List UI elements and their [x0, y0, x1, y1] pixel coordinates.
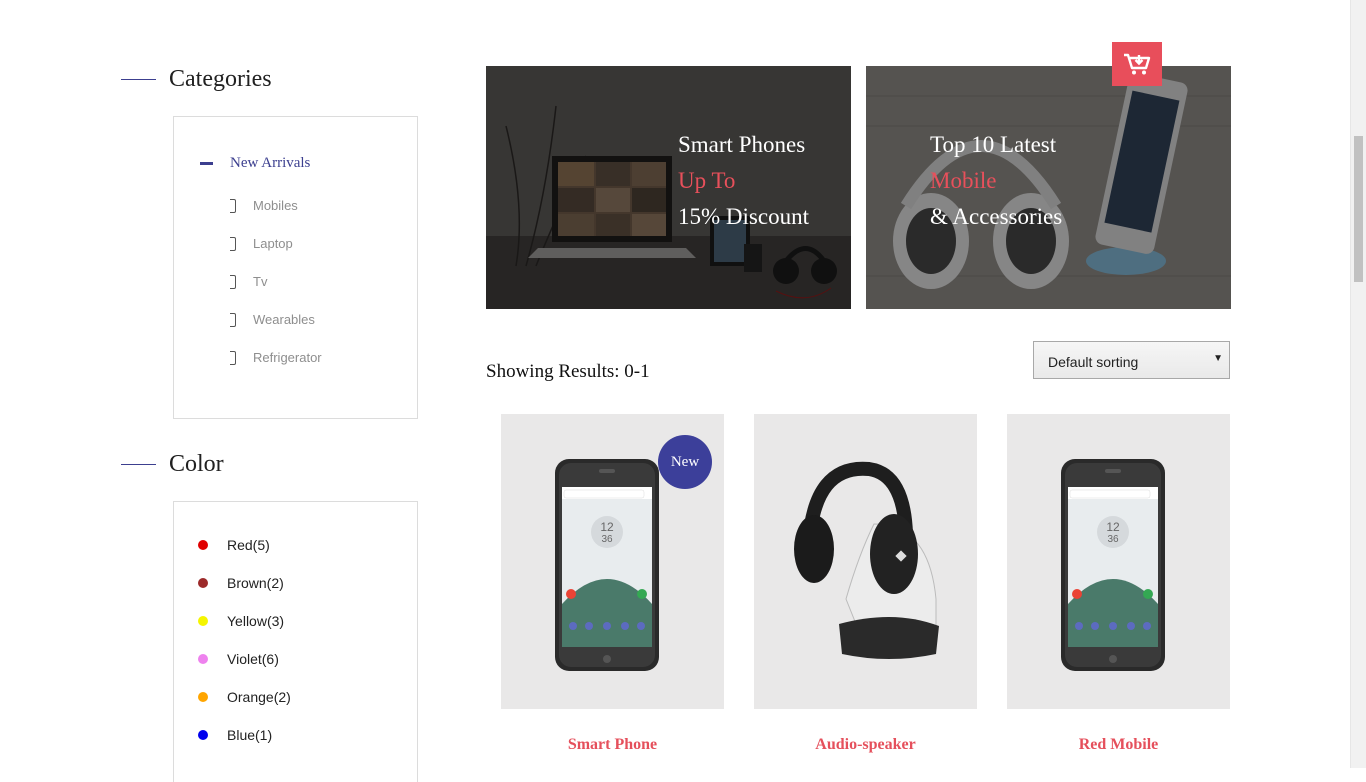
- banner-line-2: Up To: [678, 168, 736, 193]
- color-label[interactable]: Orange(2): [227, 689, 291, 705]
- color-label[interactable]: Yellow(3): [227, 613, 284, 629]
- color-filter-violet[interactable]: Violet(6): [198, 651, 279, 667]
- banner-top-10-latest[interactable]: Top 10 Latest Mobile & Accessories: [866, 66, 1231, 309]
- heading-rule: [121, 464, 156, 465]
- subcategory-wearables[interactable]: Wearables: [230, 312, 315, 327]
- subcategory-label[interactable]: Wearables: [253, 312, 315, 327]
- checkbox-icon[interactable]: [230, 236, 236, 251]
- product-image-audio-speaker[interactable]: [754, 414, 977, 709]
- checkbox-icon[interactable]: [230, 198, 236, 213]
- color-dot-icon[interactable]: [198, 730, 208, 740]
- color-label[interactable]: Brown(2): [227, 575, 284, 591]
- scrollbar-thumb[interactable]: [1354, 136, 1363, 282]
- color-filter-blue[interactable]: Blue(1): [198, 727, 272, 743]
- checkbox-icon[interactable]: [230, 274, 236, 289]
- banner-line-1: Smart Phones: [678, 132, 806, 157]
- product-title[interactable]: Red Mobile: [1007, 736, 1230, 754]
- color-dot-icon[interactable]: [198, 578, 208, 588]
- subcategory-refrigerator[interactable]: Refrigerator: [230, 350, 322, 365]
- subcategory-mobiles[interactable]: Mobiles: [230, 198, 298, 213]
- color-label[interactable]: Red(5): [227, 537, 270, 553]
- svg-text:36: 36: [601, 534, 613, 545]
- results-count: Showing Results: 0-1: [486, 361, 650, 382]
- subcategory-label[interactable]: Tv: [253, 274, 267, 289]
- subcategory-label[interactable]: Mobiles: [253, 198, 298, 213]
- categories-title: Categories: [169, 66, 272, 92]
- sort-selected-value[interactable]: Default sorting: [1048, 354, 1138, 370]
- checkbox-icon[interactable]: [230, 312, 236, 327]
- color-filter-yellow[interactable]: Yellow(3): [198, 613, 284, 629]
- banner-text: Top 10 Latest Mobile & Accessories: [930, 127, 1062, 235]
- category-new-arrivals[interactable]: New Arrivals: [200, 155, 310, 172]
- product-image-red-mobile[interactable]: 12 36: [1007, 414, 1230, 709]
- checkbox-icon[interactable]: [230, 350, 236, 365]
- banner-line-3: & Accessories: [930, 204, 1063, 229]
- cart-button[interactable]: [1112, 42, 1162, 86]
- banner-line-3: 15% Discount: [678, 204, 809, 229]
- svg-text:36: 36: [1107, 534, 1119, 545]
- banner-line-1: Top 10 Latest: [930, 132, 1057, 157]
- banner-smart-phones[interactable]: Smart Phones Up To 15% Discount: [486, 66, 851, 309]
- subcategory-laptop[interactable]: Laptop: [230, 236, 293, 251]
- page: Categories New Arrivals Mobiles Laptop T…: [0, 0, 1351, 782]
- subcategory-label[interactable]: Refrigerator: [253, 350, 322, 365]
- banner-line-2: Mobile: [930, 168, 997, 193]
- banner-text: Smart Phones Up To 15% Discount: [678, 127, 809, 235]
- color-title: Color: [169, 451, 224, 477]
- color-filter-orange[interactable]: Orange(2): [198, 689, 291, 705]
- color-dot-icon[interactable]: [198, 654, 208, 664]
- sort-select[interactable]: Default sorting ▼: [1033, 341, 1230, 379]
- color-dot-icon[interactable]: [198, 540, 208, 550]
- heading-rule: [121, 79, 156, 80]
- color-label[interactable]: Blue(1): [227, 727, 272, 743]
- product-title[interactable]: Smart Phone: [501, 736, 724, 754]
- subcategory-tv[interactable]: Tv: [230, 274, 267, 289]
- color-label[interactable]: Violet(6): [227, 651, 279, 667]
- category-parent-label[interactable]: New Arrivals: [230, 155, 310, 172]
- svg-text:12: 12: [1106, 520, 1120, 534]
- categories-heading: Categories: [121, 66, 272, 93]
- vertical-scrollbar[interactable]: [1350, 0, 1366, 768]
- headphones-image: [794, 461, 939, 659]
- color-filter-red[interactable]: Red(5): [198, 537, 270, 553]
- categories-box: New Arrivals Mobiles Laptop Tv Wearables…: [173, 116, 418, 419]
- color-dot-icon[interactable]: [198, 692, 208, 702]
- color-heading: Color: [121, 451, 224, 478]
- smartphone-image: 12 36: [1061, 459, 1165, 671]
- subcategory-label[interactable]: Laptop: [253, 236, 293, 251]
- chevron-down-icon[interactable]: ▼: [1213, 353, 1223, 364]
- color-box: Red(5) Brown(2) Yellow(3) Violet(6) Oran…: [173, 501, 418, 782]
- color-filter-brown[interactable]: Brown(2): [198, 575, 284, 591]
- color-dot-icon[interactable]: [198, 616, 208, 626]
- new-badge: New: [658, 435, 712, 489]
- product-title[interactable]: Audio-speaker: [754, 736, 977, 754]
- svg-text:12: 12: [600, 520, 614, 534]
- minus-icon[interactable]: [200, 162, 213, 165]
- cart-download-icon[interactable]: [1123, 52, 1151, 76]
